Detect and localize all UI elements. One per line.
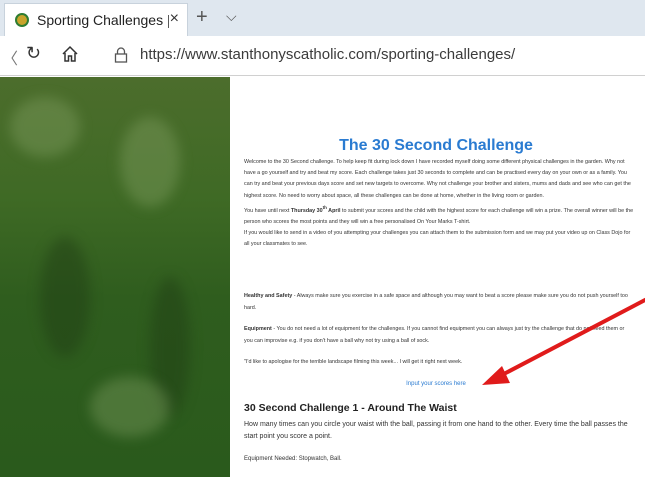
address-bar: 〈 ↻ https://www.stanthonyscatholic.com/s… — [0, 36, 645, 76]
tab-title: Sporting Challenges | St — [37, 12, 169, 28]
intro-text: Welcome to the 30 Second challenge. To h… — [244, 157, 634, 250]
safety-label: Healthy and Safety — [244, 293, 293, 299]
page-title: The 30 Second Challenge — [339, 137, 533, 154]
equipment-text: - You do not need a lot of equipment for… — [244, 326, 625, 344]
apology-text: "I'd like to apologise for the terrible … — [244, 359, 463, 365]
tab-bar: Sporting Challenges | St × + ⌵ — [0, 0, 645, 36]
input-scores-link[interactable]: Input your scores here — [230, 381, 642, 387]
deadline-month: April — [326, 207, 341, 214]
favicon-icon — [15, 13, 29, 27]
challenge-description: How many times can you circle your waist… — [244, 421, 628, 440]
challenge-equipment: Equipment Needed: Stopwatch, Ball. — [244, 456, 342, 462]
deadline-day: Thursday 30 — [290, 207, 323, 214]
deadline-prefix: You have until next — [244, 207, 291, 214]
home-icon[interactable] — [60, 44, 80, 64]
close-icon[interactable]: × — [170, 10, 179, 28]
background-photo — [0, 77, 230, 477]
safety-text: - Always make sure you exercise in a saf… — [244, 293, 628, 311]
back-icon[interactable]: 〈 — [2, 45, 18, 69]
video-text: If you would like to send in a video of … — [244, 230, 631, 248]
challenge-heading: 30 Second Challenge 1 - Around The Waist — [244, 402, 457, 414]
lock-icon — [114, 47, 128, 63]
url-field[interactable]: https://www.stanthonyscatholic.com/sport… — [140, 46, 515, 63]
main-content: The 30 Second Challenge Welcome to the 3… — [230, 77, 645, 477]
intro-paragraph: Welcome to the 30 Second challenge. To h… — [244, 159, 631, 199]
equipment-paragraph: Equipment - You do not need a lot of equ… — [244, 324, 634, 347]
equipment-label: Equipment — [244, 326, 272, 332]
web-page: The 30 Second Challenge Welcome to the 3… — [0, 77, 645, 477]
refresh-icon[interactable]: ↻ — [26, 43, 41, 64]
browser-tab[interactable]: Sporting Challenges | St × — [4, 3, 188, 36]
plus-icon[interactable]: + — [196, 6, 208, 29]
safety-paragraph: Healthy and Safety - Always make sure yo… — [244, 291, 634, 314]
chevron-down-icon[interactable]: ⌵ — [226, 8, 237, 25]
